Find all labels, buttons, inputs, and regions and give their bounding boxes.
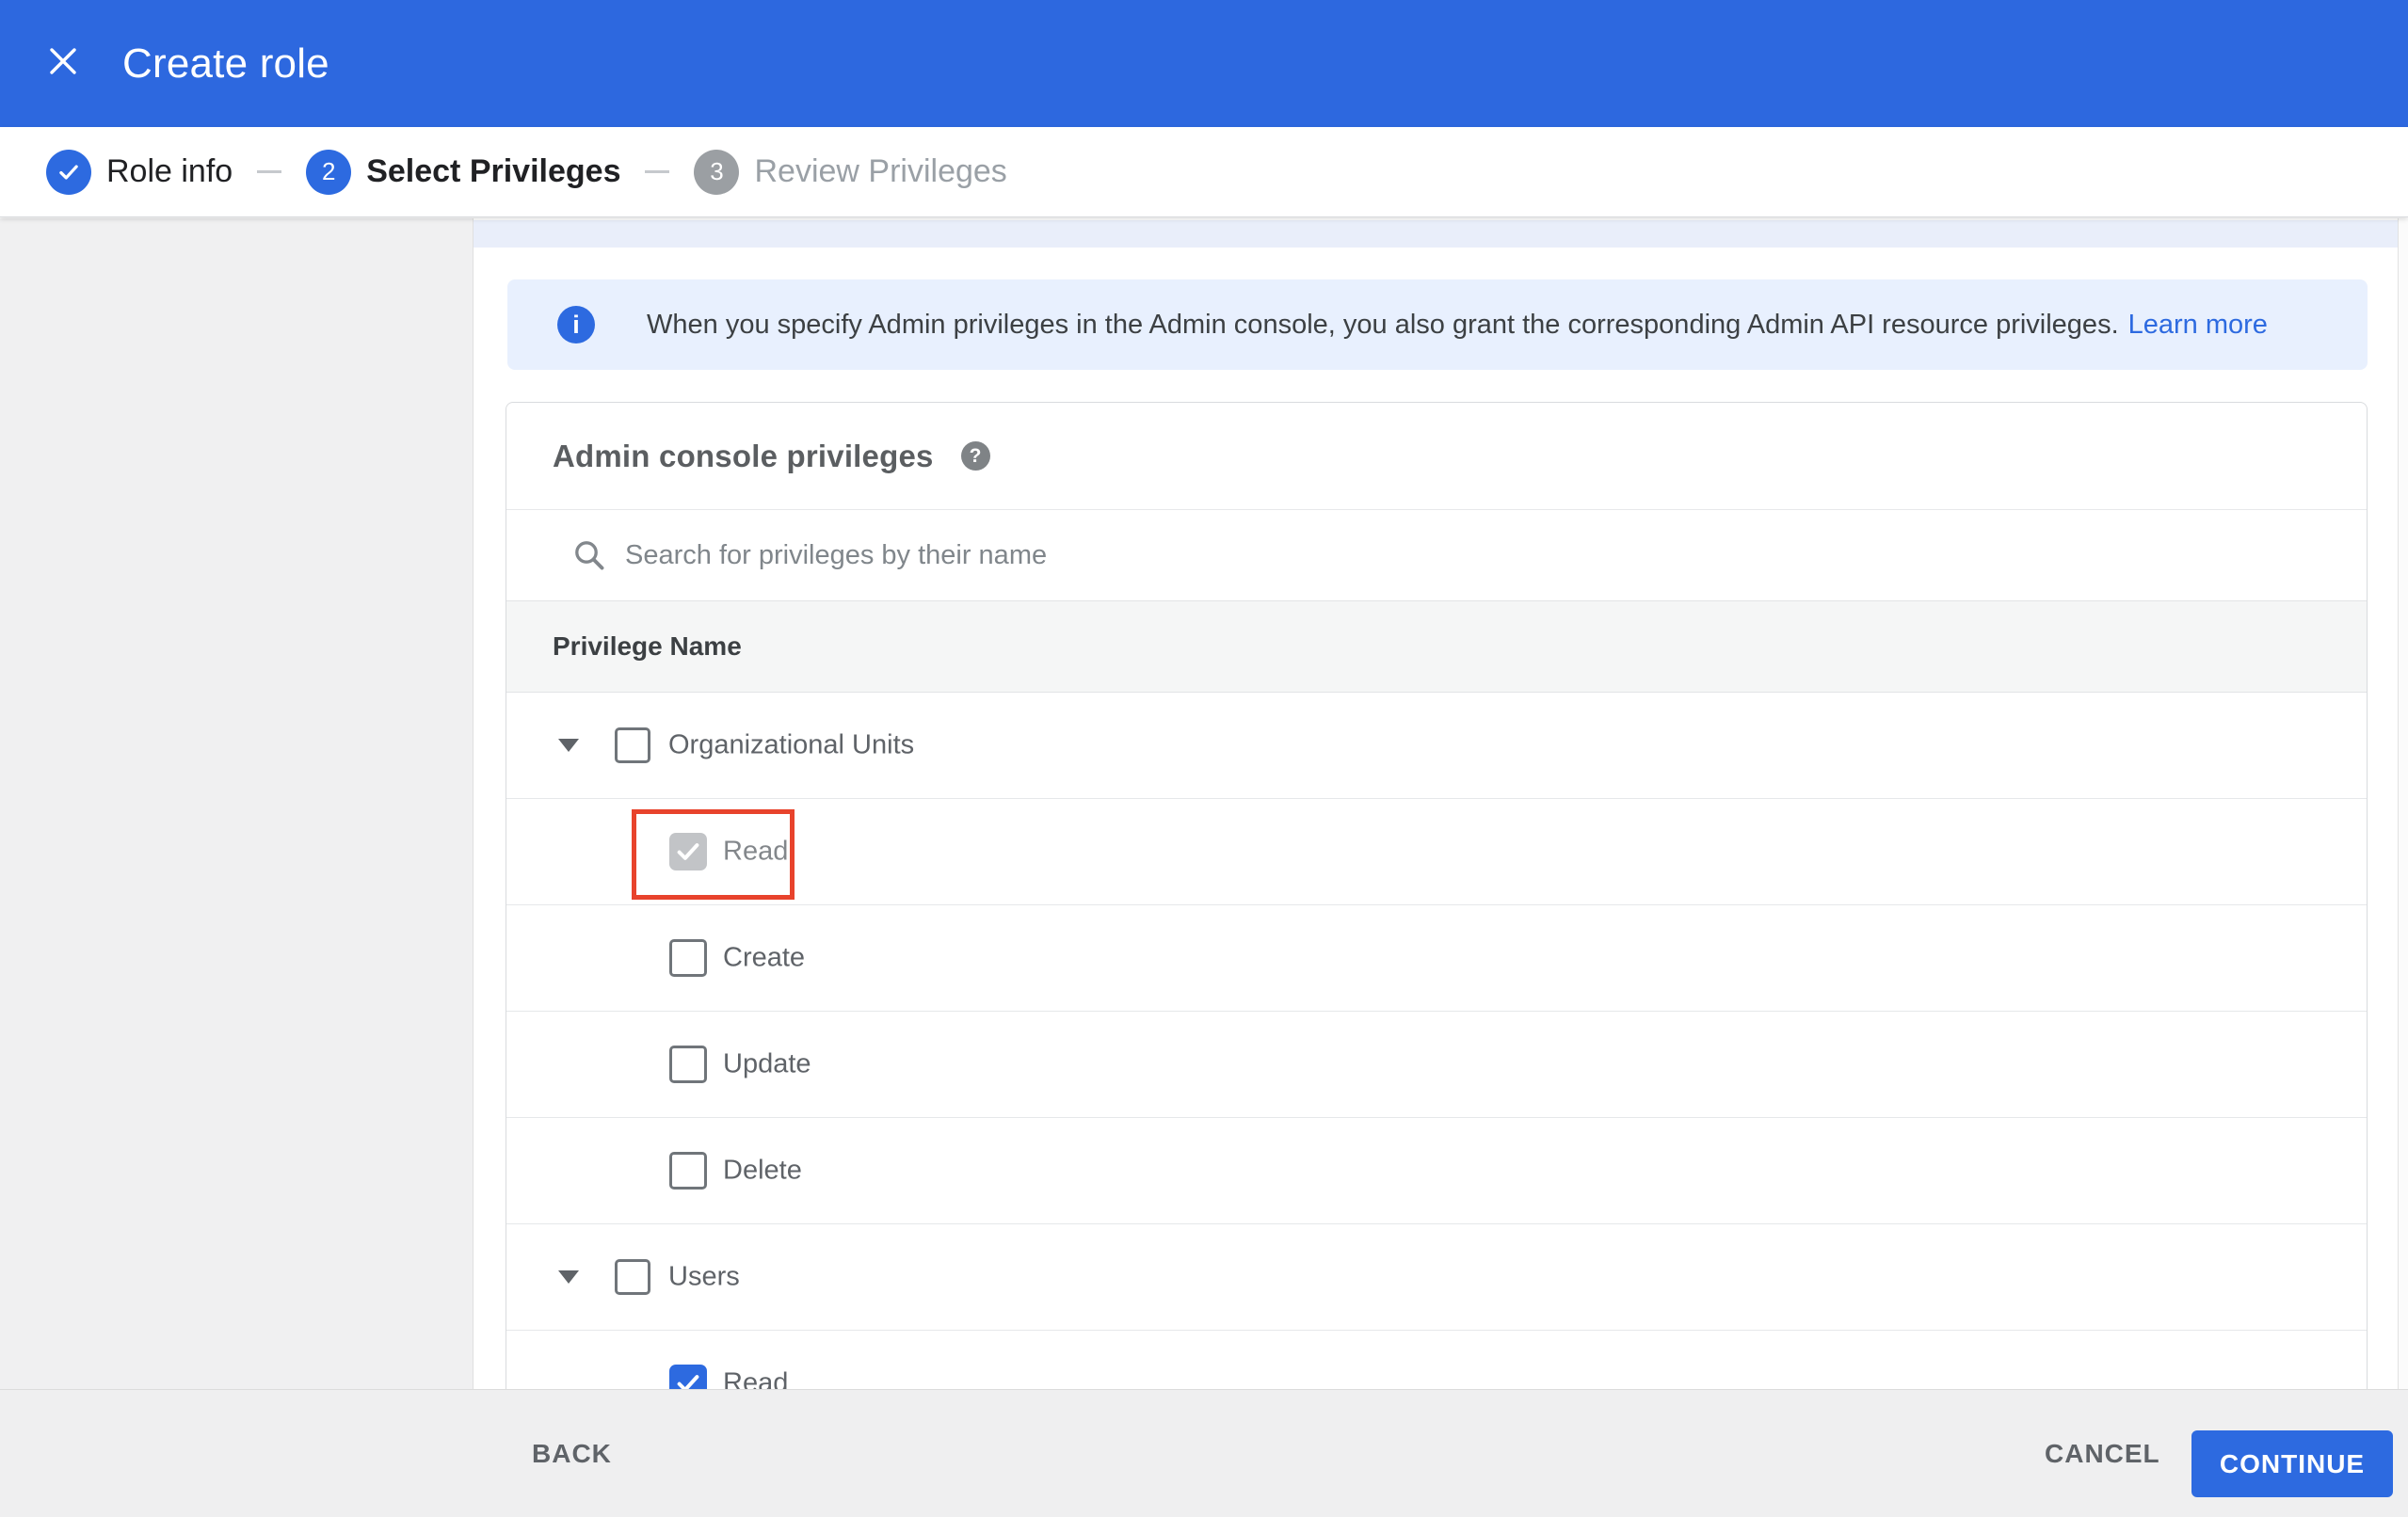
checkmark-icon bbox=[677, 1375, 699, 1389]
step-select-privileges[interactable]: 2 Select Privileges bbox=[306, 149, 621, 195]
step3-label: Review Privileges bbox=[754, 153, 1007, 189]
info-banner-sentence: When you specify Admin privileges in the… bbox=[647, 309, 2119, 340]
checkmark-icon bbox=[677, 843, 699, 860]
continue-button[interactable]: CONTINUE bbox=[2191, 1430, 2393, 1497]
privilege-name-column-header: Privilege Name bbox=[553, 631, 742, 661]
card-title: Admin console privileges bbox=[553, 438, 934, 473]
step-connector bbox=[645, 170, 670, 173]
card-title-row: Admin console privileges ? bbox=[506, 403, 2367, 510]
info-banner: i When you specify Admin privileges in t… bbox=[507, 279, 2368, 370]
cancel-button[interactable]: CANCEL bbox=[2045, 1390, 2160, 1517]
search-input[interactable] bbox=[625, 539, 2037, 571]
dialog-title: Create role bbox=[122, 40, 329, 87]
privilege-row-users-read: Read bbox=[506, 1331, 2367, 1389]
info-banner-text: When you specify Admin privileges in the… bbox=[647, 310, 2268, 341]
collapse-arrow-icon[interactable] bbox=[558, 739, 579, 752]
back-button[interactable]: BACK bbox=[532, 1390, 612, 1517]
scrolled-element-sliver bbox=[474, 220, 2398, 248]
footer-bar: BACK CANCEL CONTINUE bbox=[0, 1389, 2408, 1517]
privilege-label: Users bbox=[668, 1261, 740, 1292]
privilege-row-create: Create bbox=[506, 905, 2367, 1012]
privilege-label: Delete bbox=[723, 1155, 802, 1186]
help-icon[interactable]: ? bbox=[960, 441, 990, 471]
privilege-row-delete: Delete bbox=[506, 1118, 2367, 1224]
privilege-label: Read bbox=[723, 836, 789, 867]
privilege-label: Read bbox=[723, 1367, 789, 1390]
close-button[interactable] bbox=[45, 43, 81, 79]
step2-number: 2 bbox=[306, 149, 352, 195]
users-checkbox[interactable] bbox=[615, 1259, 650, 1295]
wizard-stepper: Role info 2 Select Privileges 3 Review P… bbox=[0, 127, 2408, 217]
privilege-search-row bbox=[506, 510, 2367, 600]
privilege-row-read: Read bbox=[506, 799, 2367, 905]
privilege-row-users: Users bbox=[506, 1224, 2367, 1331]
scrollbar-track[interactable] bbox=[2398, 218, 2408, 1389]
privilege-row-update: Update bbox=[506, 1012, 2367, 1118]
create-role-dialog: Create role Role info 2 Select Privilege… bbox=[0, 0, 2408, 1517]
step-connector bbox=[257, 170, 282, 173]
collapse-arrow-icon[interactable] bbox=[558, 1270, 579, 1284]
left-sidebar bbox=[0, 218, 474, 1389]
close-icon bbox=[50, 48, 76, 74]
step-review-privileges: 3 Review Privileges bbox=[694, 149, 1007, 195]
privilege-label: Update bbox=[723, 1048, 811, 1079]
update-checkbox[interactable] bbox=[669, 1046, 707, 1083]
delete-checkbox[interactable] bbox=[669, 1152, 707, 1190]
step1-check-icon bbox=[46, 149, 91, 195]
content-area: i When you specify Admin privileges in t… bbox=[474, 218, 2398, 1389]
title-bar: Create role bbox=[0, 0, 2408, 127]
read-checkbox-checked-disabled bbox=[669, 833, 707, 870]
search-icon bbox=[575, 541, 604, 570]
privilege-row-organizational-units: Organizational Units bbox=[506, 693, 2367, 799]
users-read-checkbox-checked[interactable] bbox=[669, 1365, 707, 1389]
admin-console-privileges-card: Admin console privileges ? Privilege Nam… bbox=[506, 402, 2368, 1389]
privilege-label: Create bbox=[723, 942, 806, 973]
step1-label: Role info bbox=[106, 153, 233, 189]
step2-label: Select Privileges bbox=[366, 153, 621, 189]
step3-number: 3 bbox=[694, 149, 740, 195]
table-header-row: Privilege Name bbox=[506, 600, 2367, 693]
info-icon: i bbox=[557, 306, 595, 343]
learn-more-link[interactable]: Learn more bbox=[2128, 310, 2268, 340]
create-checkbox[interactable] bbox=[669, 939, 707, 977]
privilege-label: Organizational Units bbox=[668, 729, 915, 760]
step-role-info[interactable]: Role info bbox=[46, 149, 233, 195]
organizational-units-checkbox[interactable] bbox=[615, 727, 650, 763]
